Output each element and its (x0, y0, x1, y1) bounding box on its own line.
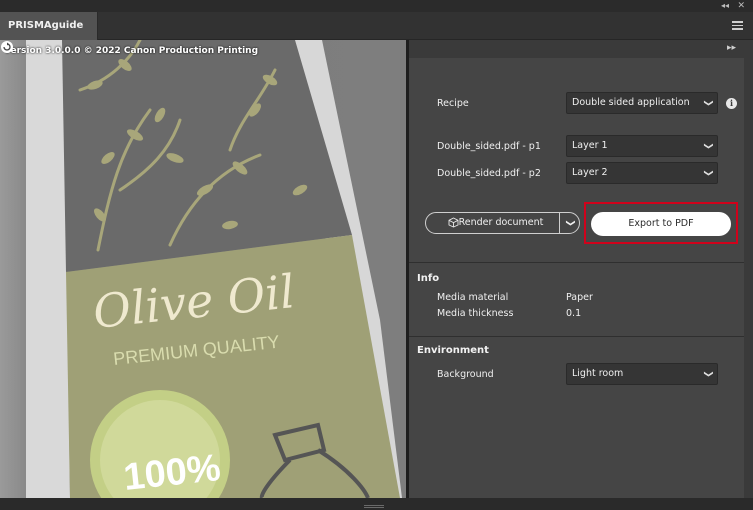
media-thickness-label: Media thickness (437, 308, 514, 319)
tab-bar: PRISMAguide XL (0, 12, 753, 59)
close-icon[interactable]: ✕ (737, 0, 745, 12)
tab-prismaguide[interactable]: PRISMAguide XL (0, 12, 98, 59)
chevron-down-icon: ❯ (703, 99, 714, 107)
page1-label: Double_sided.pdf - p1 (437, 141, 541, 152)
render-document-label: Render document (458, 217, 544, 228)
info-icon[interactable]: i (726, 98, 737, 109)
page1-layer-select[interactable]: Layer 1 ❯ (566, 135, 718, 157)
section-divider (409, 262, 744, 263)
page2-layer-value: Layer 2 (572, 167, 608, 178)
export-to-pdf-button[interactable]: Export to PDF (591, 212, 731, 236)
settings-panel: ▸▸ Recipe Double sided application ❯ i D… (409, 40, 744, 498)
collapse-panel-icon[interactable]: ◂◂ (721, 0, 729, 12)
page2-label: Double_sided.pdf - p2 (437, 168, 541, 179)
chevron-down-icon: ❯ (703, 169, 714, 177)
info-heading: Info (417, 273, 440, 284)
media-material-value: Paper (566, 292, 593, 303)
preview-viewport[interactable]: Olive Oil PREMIUM QUALITY 100% Version 3… (0, 40, 406, 498)
expand-icon[interactable]: ▸▸ (727, 43, 736, 53)
panel-scrollbar[interactable] (744, 40, 753, 498)
environment-heading: Environment (417, 345, 489, 356)
cube-icon (448, 217, 459, 228)
splitter-grip-icon[interactable] (364, 505, 384, 508)
page2-layer-select[interactable]: Layer 2 ❯ (566, 162, 718, 184)
version-text: Version 3.0.0.0 © 2022 Canon Production … (4, 46, 259, 56)
media-thickness-value: 0.1 (566, 308, 582, 319)
chevron-down-icon: ❯ (703, 370, 714, 378)
media-material-label: Media material (437, 292, 509, 303)
chevron-down-icon: ❯ (564, 219, 575, 227)
background-label: Background (437, 369, 494, 380)
reset-view-icon[interactable] (0, 40, 14, 54)
olive-oil-bottle-render: Olive Oil PREMIUM QUALITY 100% (0, 40, 406, 498)
section-divider (409, 336, 744, 337)
recipe-select[interactable]: Double sided application ❯ (566, 92, 718, 114)
render-document-button[interactable]: Render document (425, 212, 565, 234)
render-options-dropdown[interactable]: ❯ (559, 212, 580, 234)
window-title-bar: ◂◂ ✕ (0, 0, 753, 12)
background-select[interactable]: Light room ❯ (566, 363, 718, 385)
recipe-select-value: Double sided application (572, 97, 690, 108)
panel-menu-icon[interactable] (732, 21, 743, 30)
badge-text: 100% (122, 447, 223, 498)
chevron-down-icon: ❯ (703, 142, 714, 150)
horizontal-splitter[interactable] (0, 498, 753, 510)
page1-layer-value: Layer 1 (572, 140, 608, 151)
panel-header: ▸▸ (409, 40, 744, 58)
recipe-label: Recipe (437, 98, 469, 109)
background-select-value: Light room (572, 368, 624, 379)
